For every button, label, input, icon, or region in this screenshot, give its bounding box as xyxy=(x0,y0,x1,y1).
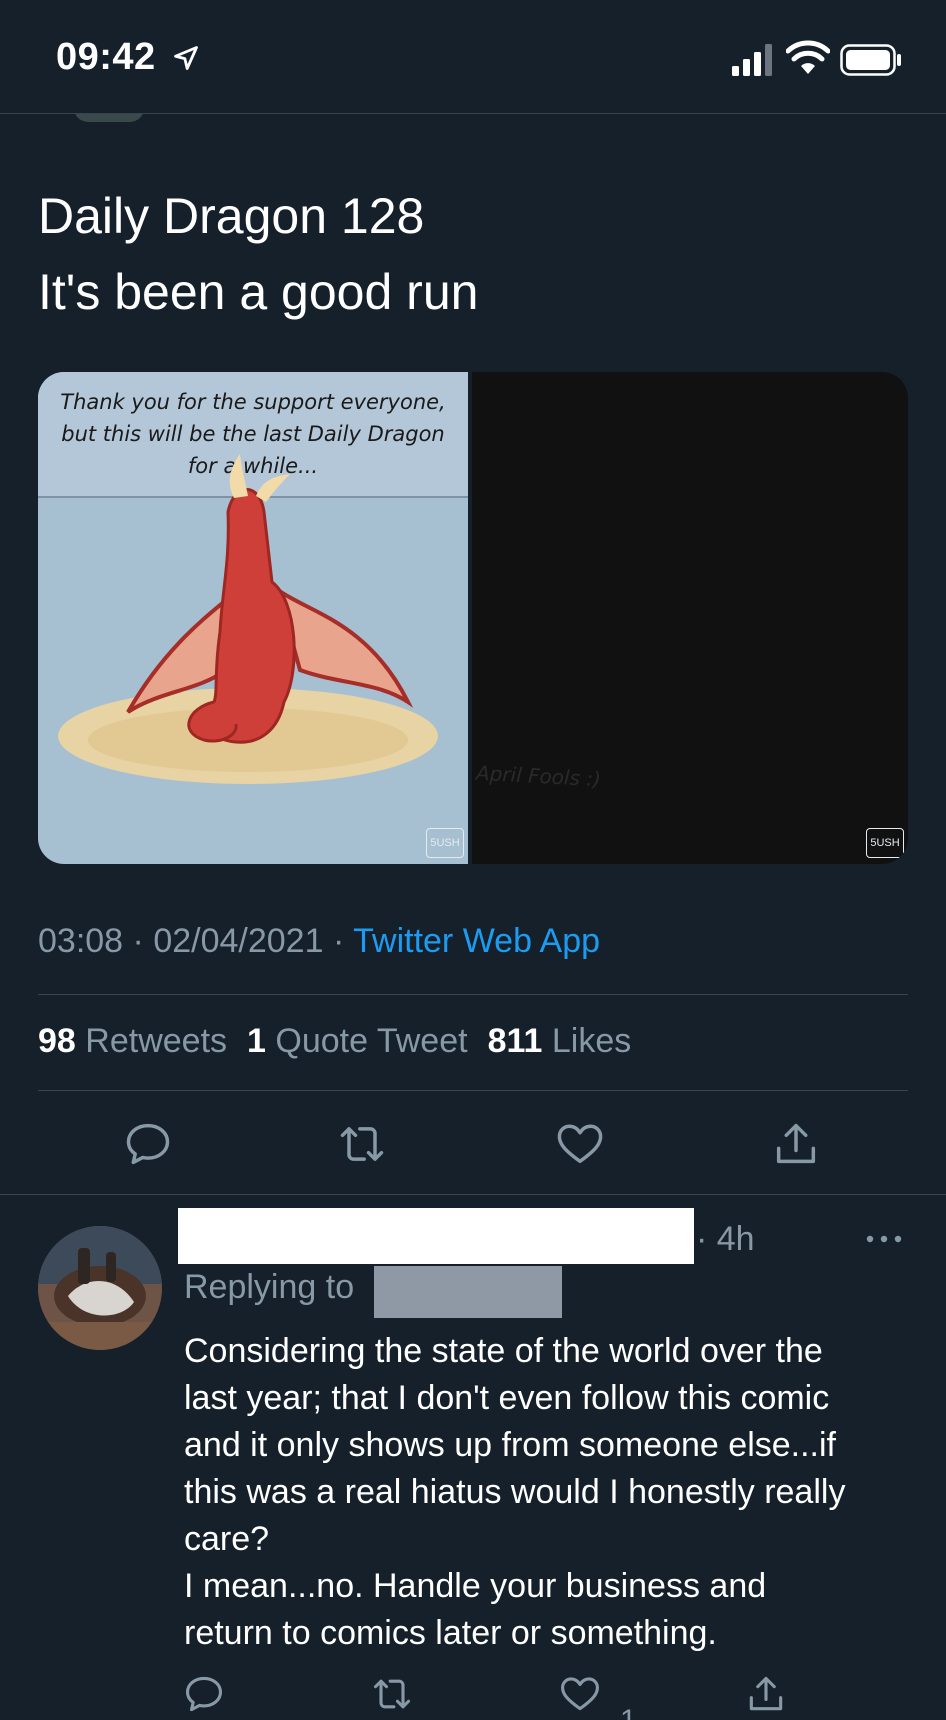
tweet-meta: 03:08 · 02/04/2021 · Twitter Web App xyxy=(38,922,600,961)
like-icon xyxy=(561,1677,599,1711)
reply-icon xyxy=(185,1676,223,1712)
avatar-image xyxy=(38,1226,162,1350)
retweet-button[interactable] xyxy=(336,1118,388,1170)
like-icon xyxy=(557,1124,603,1164)
cellular-signal-icon xyxy=(732,44,772,76)
likes-stat[interactable]: 811 Likes xyxy=(488,1022,632,1060)
tweet-text-line: It's been a good run xyxy=(38,264,479,320)
divider xyxy=(0,1194,946,1195)
share-icon xyxy=(776,1123,816,1164)
reply-avatar[interactable] xyxy=(38,1226,162,1350)
watermark-logo: 5USH xyxy=(866,828,904,858)
share-button[interactable] xyxy=(770,1118,822,1170)
reply-text: Considering the state of the world over … xyxy=(184,1332,846,1652)
redacted-username xyxy=(178,1208,694,1264)
quotes-stat[interactable]: 1 Quote Tweet xyxy=(247,1022,468,1060)
share-icon xyxy=(749,1676,783,1711)
media-image-right[interactable]: April Fools :) 5USH xyxy=(472,372,908,864)
tweet-text-line: Daily Dragon 128 xyxy=(38,188,425,244)
reply-tweet[interactable]: · 4h Replying to Considering the state o… xyxy=(0,1196,946,1720)
reply-like-button[interactable] xyxy=(558,1672,602,1716)
reply-share-button[interactable] xyxy=(744,1672,788,1716)
tweet-source-link[interactable]: Twitter Web App xyxy=(353,922,600,960)
april-fools-caption: April Fools :) xyxy=(475,760,602,792)
tweet-time: 03:08 xyxy=(38,922,124,960)
tweet-date: 02/04/2021 xyxy=(153,922,324,960)
reply-retweet-button[interactable] xyxy=(370,1672,414,1716)
wifi-icon xyxy=(786,40,830,74)
reply-icon xyxy=(126,1123,170,1165)
location-arrow-icon xyxy=(174,46,198,70)
retweets-stat[interactable]: 98 Retweets xyxy=(38,1022,227,1060)
tweet-stats: 98 Retweets 1 Quote Tweet 811 Likes xyxy=(38,1022,631,1061)
status-time: 09:42 xyxy=(56,36,156,78)
battery-icon xyxy=(840,44,901,76)
status-bar: 09:42 xyxy=(0,0,946,114)
reply-like-count: 1 xyxy=(620,1706,637,1720)
retweet-icon xyxy=(340,1127,384,1161)
reply-button[interactable] xyxy=(122,1118,174,1170)
reply-reply-button[interactable] xyxy=(182,1672,226,1716)
divider xyxy=(38,1090,908,1091)
divider xyxy=(38,994,908,995)
media-image-left[interactable]: Thank you for the support everyone, but … xyxy=(38,372,468,864)
more-icon[interactable] xyxy=(864,1232,904,1246)
meta-separator: · xyxy=(332,922,345,960)
redacted-handle xyxy=(374,1266,562,1318)
reply-time: · 4h xyxy=(696,1220,755,1258)
dragon-illustration xyxy=(58,454,438,784)
tweet-text: Daily Dragon 128 It's been a good run xyxy=(38,178,898,330)
meta-separator: · xyxy=(132,922,144,960)
tweet-media[interactable]: Thank you for the support everyone, but … xyxy=(38,372,908,864)
replying-to-label: Replying to xyxy=(184,1268,355,1306)
retweet-icon xyxy=(373,1679,411,1709)
watermark-logo: 5USH xyxy=(426,828,464,858)
like-button[interactable] xyxy=(554,1118,606,1170)
